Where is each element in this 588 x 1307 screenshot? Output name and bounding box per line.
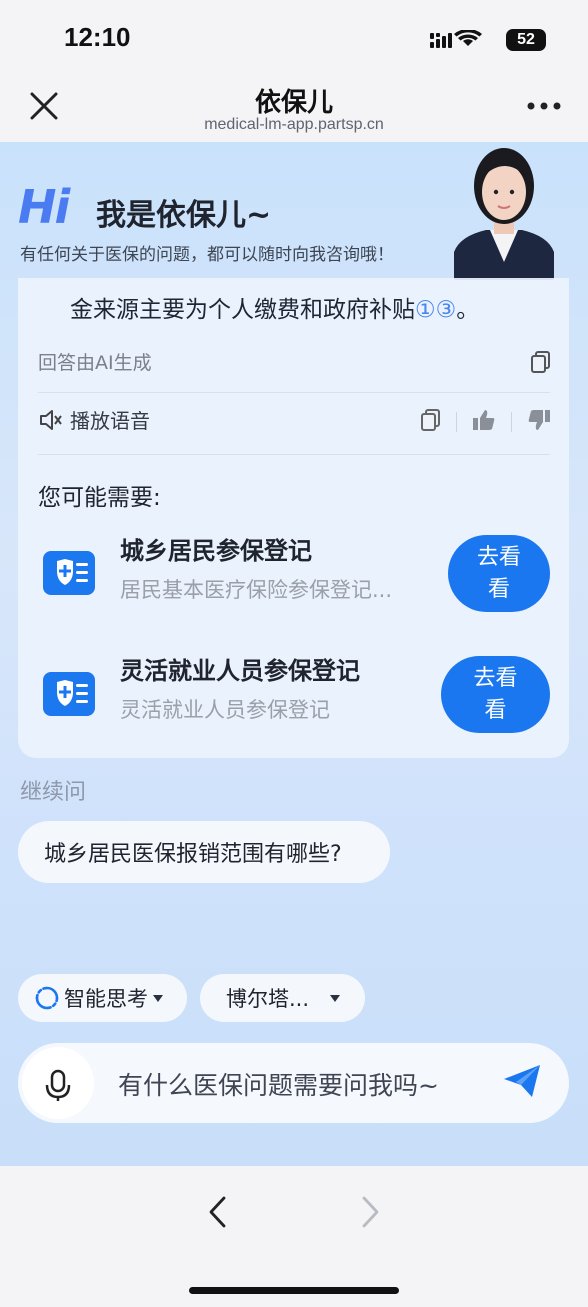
play-voice-button[interactable]: 播放语音 <box>38 405 150 434</box>
thinking-mode-label: 智能思考 <box>64 987 148 1011</box>
answer-period: 。 <box>456 297 480 323</box>
copy-note-button[interactable] <box>530 350 552 378</box>
continue-ask-label: 继续问 <box>20 780 87 805</box>
speaker-mute-icon <box>40 409 62 430</box>
greeting-subtitle: 有任何关于医保的问题，都可以随时向我咨询哦！ <box>20 245 394 265</box>
like-button[interactable] <box>471 408 497 436</box>
region-label: 博尔塔... <box>226 987 310 1011</box>
suggestion-subtitle: 灵活就业人员参保登记 <box>120 698 330 722</box>
play-voice-label: 播放语音 <box>70 409 150 433</box>
copy-icon <box>421 409 440 431</box>
page-url: medical-lm-app.partsp.cn <box>204 116 384 133</box>
go-view-button[interactable]: 去看看 <box>448 535 550 612</box>
signal-icon <box>430 28 494 54</box>
assistant-avatar <box>436 140 572 280</box>
thumbs-up-icon <box>473 410 495 430</box>
copy-answer-button[interactable] <box>420 408 442 436</box>
ai-generated-note: 回答由AI生成 <box>38 352 152 374</box>
thumbs-down-icon <box>528 410 550 430</box>
chevron-left-icon <box>209 1196 226 1228</box>
dropdown-arrow-icon <box>330 995 341 1002</box>
insurance-card-icon <box>43 672 95 716</box>
back-button[interactable] <box>206 1196 230 1232</box>
answer-actions <box>420 408 552 436</box>
region-select[interactable]: 博尔塔... <box>200 974 365 1022</box>
microphone-icon <box>45 1069 71 1101</box>
think-spinner-icon <box>35 986 59 1010</box>
voice-input-button[interactable] <box>22 1047 94 1119</box>
suggestions-title: 您可能需要: <box>38 485 161 511</box>
follow-up-chip-text[interactable]: 城乡居民医保报销范围有哪些? <box>44 836 342 868</box>
separator <box>456 412 457 432</box>
insurance-card-icon <box>43 551 95 595</box>
divider <box>38 392 550 393</box>
thinking-mode-select[interactable]: 智能思考 <box>18 974 187 1022</box>
suggestion-title[interactable]: 灵活就业人员参保登记 <box>120 651 360 686</box>
forward-button[interactable] <box>358 1196 382 1232</box>
send-icon <box>504 1065 540 1097</box>
message-input[interactable]: 有什么医保问题需要问我吗~ <box>118 1066 439 1102</box>
hi-logo: Hi <box>18 180 70 234</box>
chevron-right-icon <box>362 1196 379 1228</box>
send-button[interactable] <box>502 1063 542 1103</box>
browser-toolbar <box>0 1166 588 1307</box>
suggestion-subtitle: 居民基本医疗保险参保登记... <box>120 578 393 602</box>
greeting-title: 我是依保儿~ <box>96 198 272 233</box>
go-view-label: 去看看 <box>476 544 521 602</box>
go-view-button[interactable]: 去看看 <box>441 656 550 733</box>
go-view-label: 去看看 <box>473 665 518 723</box>
separator <box>511 412 512 432</box>
home-indicator <box>189 1287 399 1294</box>
answer-text: 金来源主要为个人缴费和政府补贴①③。 <box>70 290 479 324</box>
divider <box>38 454 550 455</box>
page-title: 依保儿 <box>254 88 333 118</box>
suggestion-title[interactable]: 城乡居民参保登记 <box>120 531 312 566</box>
copy-icon <box>531 351 550 373</box>
answer-body: 金来源主要为个人缴费和政府补贴 <box>70 297 415 323</box>
battery-indicator: 52 <box>506 29 546 51</box>
more-button[interactable] <box>524 94 564 118</box>
citation-links[interactable]: ①③ <box>415 297 456 323</box>
dislike-button[interactable] <box>526 408 552 436</box>
more-icon <box>527 102 561 110</box>
status-time: 12:10 <box>64 22 131 52</box>
dropdown-arrow-icon <box>153 995 163 1002</box>
